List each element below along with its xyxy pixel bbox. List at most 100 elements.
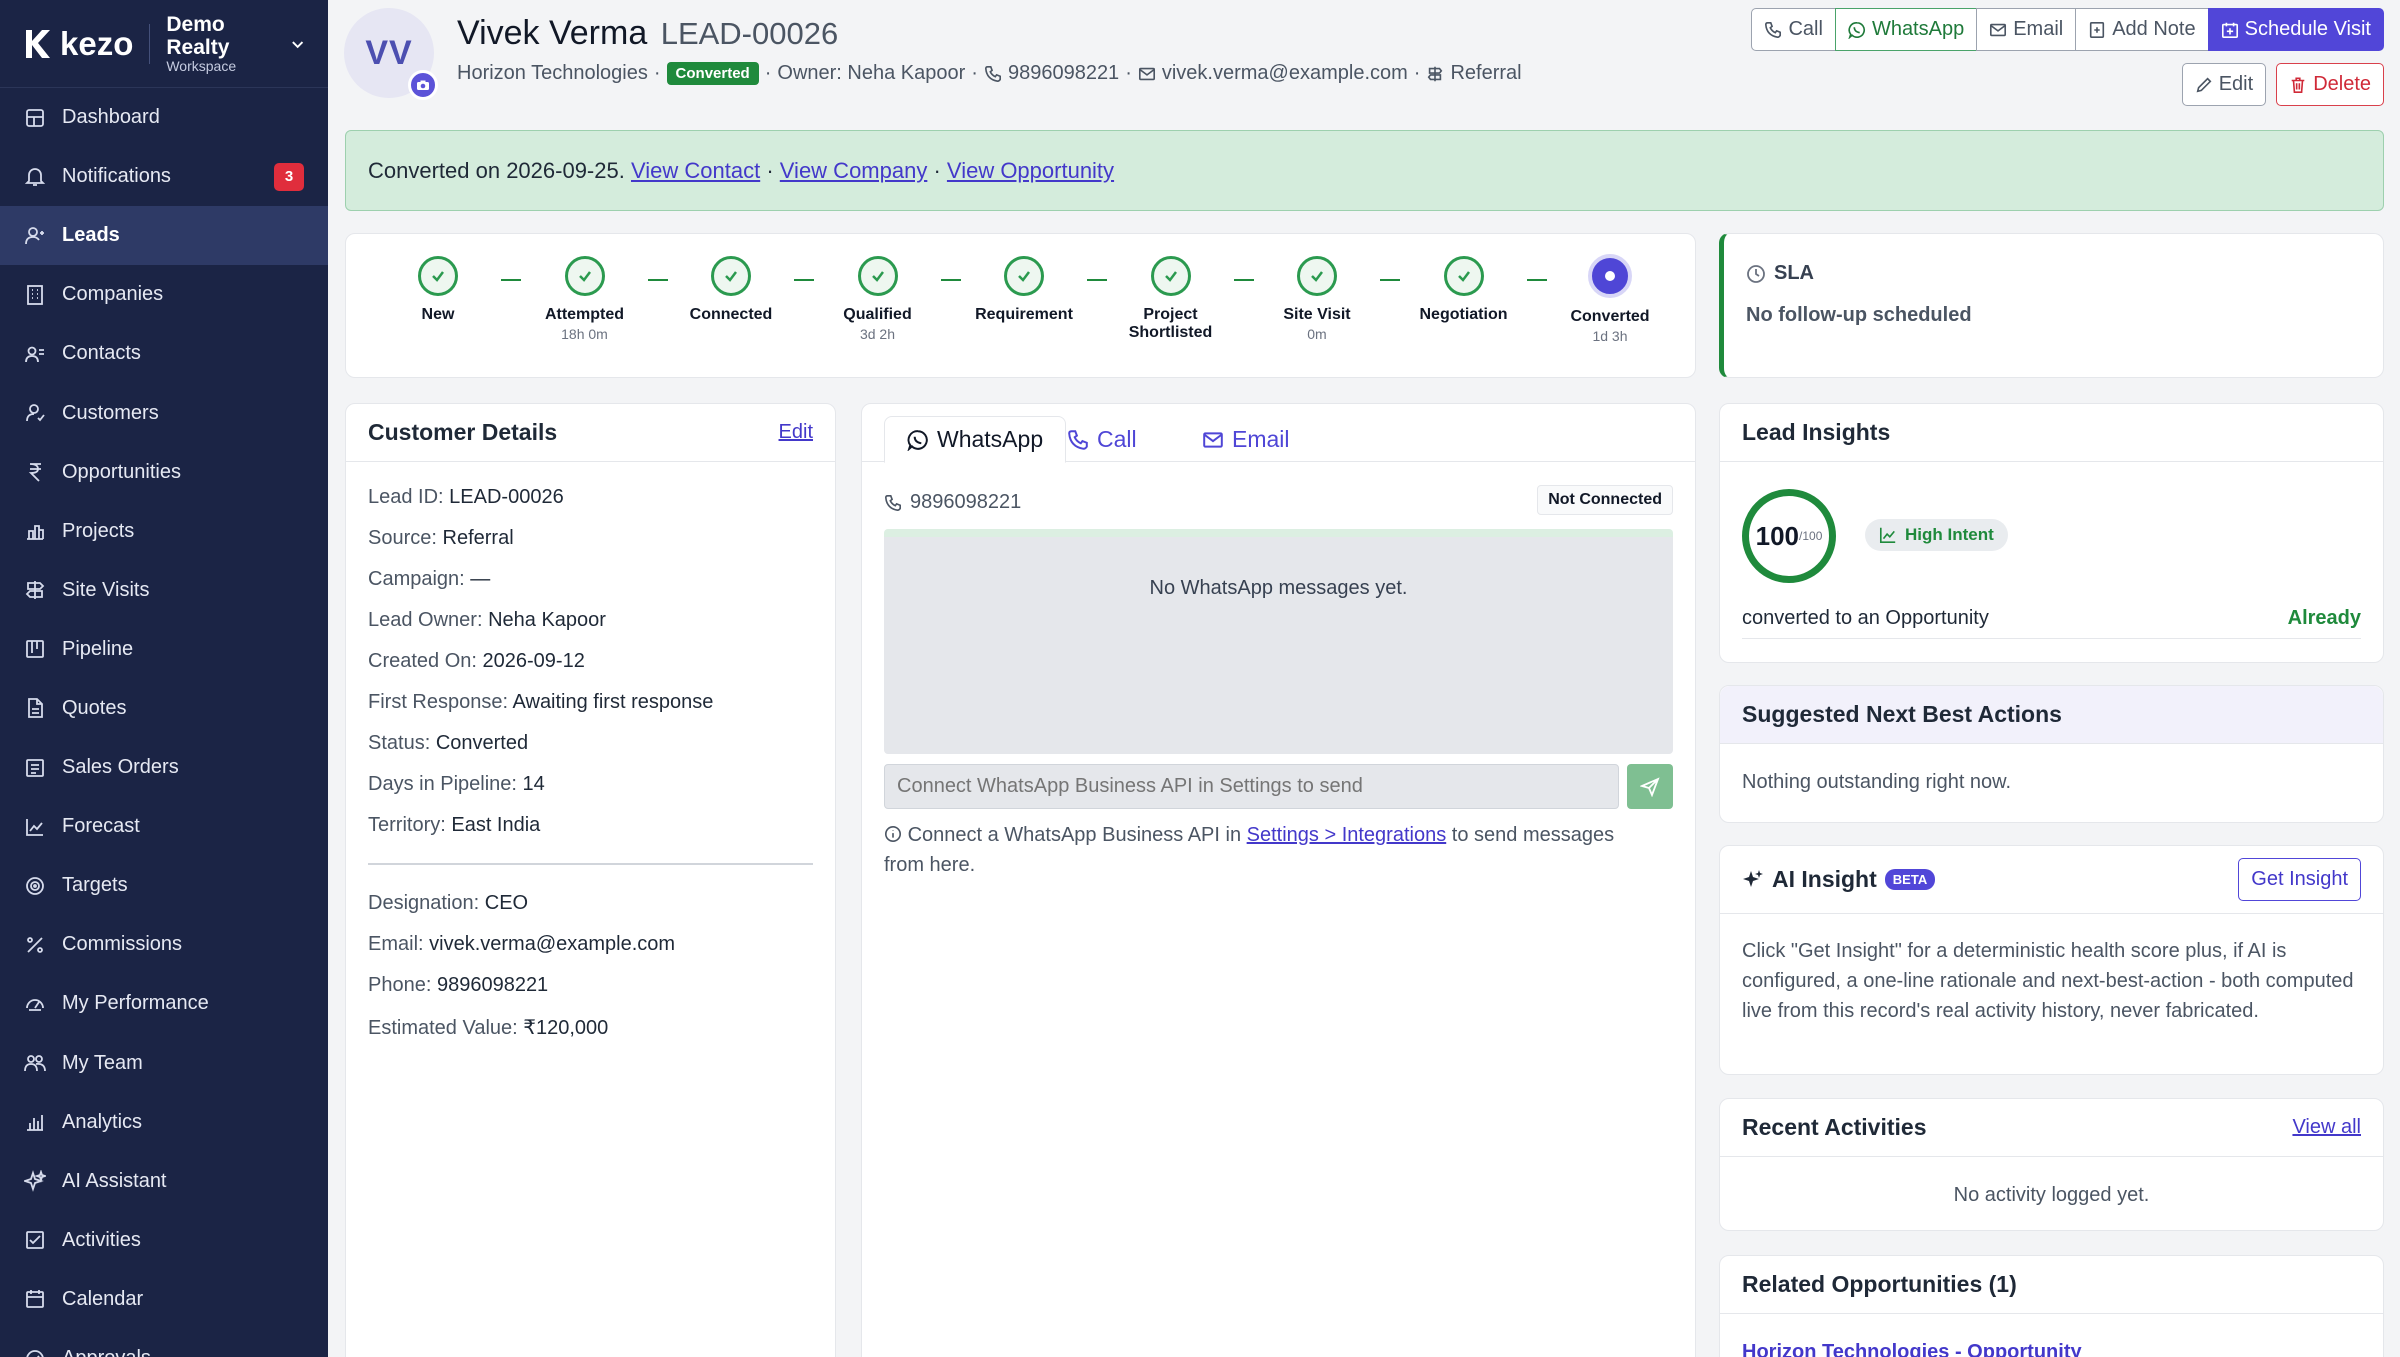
sidebar-item-calendar[interactable]: Calendar bbox=[0, 1270, 328, 1329]
view-company-link[interactable]: View Company bbox=[780, 158, 928, 184]
workspace-name: Demo Realty bbox=[166, 12, 230, 59]
schedule-visit-button[interactable]: Schedule Visit bbox=[2207, 8, 2384, 51]
sidebar-item-activities[interactable]: Activities bbox=[0, 1211, 328, 1270]
stage-connected[interactable]: Connected bbox=[661, 256, 801, 326]
lead-insights-card: Lead Insights 100/100 High Intent conver… bbox=[1719, 403, 2384, 663]
edit-button[interactable]: Edit bbox=[2181, 63, 2267, 106]
stage-label: Negotiation bbox=[1419, 306, 1508, 323]
send-button[interactable] bbox=[1627, 764, 1673, 809]
sidebar-item-pipeline[interactable]: Pipeline bbox=[0, 620, 328, 679]
send-icon bbox=[1640, 776, 1660, 797]
sidebar-item-commissions[interactable]: Commissions bbox=[0, 915, 328, 974]
sidebar-item-leads[interactable]: Leads bbox=[0, 206, 328, 266]
phone-text[interactable]: 9896098221 bbox=[1008, 62, 1119, 85]
stage-negotiation[interactable]: Negotiation bbox=[1394, 256, 1534, 326]
sidebar-item-approvals[interactable]: Approvals bbox=[0, 1329, 328, 1357]
mail-icon bbox=[1990, 23, 2007, 36]
sidebar-item-analytics[interactable]: Analytics bbox=[0, 1093, 328, 1152]
sidebar-item-label: Companies bbox=[62, 283, 164, 306]
score-value: 100 bbox=[1755, 520, 1800, 551]
stage-label: Requirement bbox=[975, 306, 1073, 323]
customer-details-title: Customer Details bbox=[368, 419, 558, 445]
sidebar-item-label: Notifications bbox=[62, 165, 171, 188]
sparkle-icon bbox=[1743, 869, 1763, 887]
owner-text: Owner: Neha Kapoor bbox=[777, 62, 966, 84]
stage-project-shortlisted[interactable]: Project Shortlisted bbox=[1101, 256, 1241, 345]
tab-call[interactable]: Call bbox=[1045, 416, 1159, 463]
stage-converted[interactable]: Converted 1d 3h bbox=[1540, 254, 1680, 345]
call-button[interactable]: Call bbox=[1751, 8, 1836, 51]
sidebar-item-ai-assistant[interactable]: AI Assistant bbox=[0, 1152, 328, 1211]
sidebar-item-companies[interactable]: Companies bbox=[0, 265, 328, 324]
stage-new[interactable]: New bbox=[368, 256, 508, 326]
add-note-button[interactable]: Add Note bbox=[2075, 8, 2209, 51]
detail-value: — bbox=[470, 568, 491, 590]
orders-icon bbox=[24, 757, 46, 779]
detail-territory: Territory: East India bbox=[368, 814, 540, 837]
delete-button[interactable]: Delete bbox=[2276, 63, 2384, 106]
get-insight-button[interactable]: Get Insight bbox=[2238, 858, 2361, 901]
stage-attempted[interactable]: Attempted 18h 0m bbox=[515, 256, 655, 342]
stage-site-visit[interactable]: Site Visit 0m bbox=[1247, 256, 1387, 342]
sidebar-item-dashboard[interactable]: Dashboard bbox=[0, 88, 328, 147]
avatar[interactable]: VV bbox=[344, 8, 438, 100]
camera-icon[interactable] bbox=[408, 70, 438, 100]
checklist-icon bbox=[24, 1229, 46, 1251]
tab-email[interactable]: Email bbox=[1180, 416, 1312, 463]
sidebar-item-sales-orders[interactable]: Sales Orders bbox=[0, 738, 328, 797]
sidebar-item-projects[interactable]: Projects bbox=[0, 502, 328, 561]
sidebar-item-my-team[interactable]: My Team bbox=[0, 1034, 328, 1093]
settings-integrations-link[interactable]: Settings > Integrations bbox=[1247, 824, 1447, 846]
trend-icon bbox=[24, 816, 46, 838]
lead-id: LEAD-00026 bbox=[660, 16, 839, 51]
meta-sep: · bbox=[1413, 62, 1421, 84]
detail-value: 2026-09-12 bbox=[482, 650, 585, 672]
delete-label: Delete bbox=[2313, 73, 2371, 95]
customer-edit-link[interactable]: Edit bbox=[779, 421, 813, 444]
sidebar-item-targets[interactable]: Targets bbox=[0, 856, 328, 915]
detail-value: Converted bbox=[435, 732, 529, 754]
next-best-actions-card: Suggested Next Best Actions Nothing outs… bbox=[1719, 685, 2384, 823]
tab-whatsapp[interactable]: WhatsApp bbox=[884, 416, 1067, 463]
building-icon bbox=[24, 284, 46, 306]
workspace-sub: Workspace bbox=[166, 57, 237, 74]
view-opportunity-link[interactable]: View Opportunity bbox=[947, 158, 1114, 184]
view-contact-link[interactable]: View Contact bbox=[631, 158, 760, 184]
detail-value: LEAD-00026 bbox=[449, 486, 564, 508]
sidebar-item-label: Sales Orders bbox=[62, 756, 179, 779]
sidebar-item-label: Leads bbox=[62, 224, 120, 247]
sidebar-item-my-performance[interactable]: My Performance bbox=[0, 974, 328, 1033]
sidebar-item-quotes[interactable]: Quotes bbox=[0, 679, 328, 738]
score-ring: 100/100 bbox=[1742, 489, 1836, 583]
insight-row-value: Already bbox=[2287, 607, 2361, 629]
signpost-icon bbox=[24, 579, 46, 601]
related-opportunity-link[interactable]: Horizon Technologies - Opportunity bbox=[1742, 1341, 2082, 1357]
detail-first-response: First Response: Awaiting first response bbox=[368, 691, 713, 714]
sidebar-item-notifications[interactable]: Notifications 3 bbox=[0, 147, 328, 206]
stage-requirement[interactable]: Requirement bbox=[954, 256, 1094, 326]
related-opportunities-card: Related Opportunities (1) Horizon Techno… bbox=[1719, 1255, 2384, 1357]
sidebar-item-contacts[interactable]: Contacts bbox=[0, 324, 328, 383]
chevron-down-icon[interactable] bbox=[289, 35, 306, 53]
meta-sep: · bbox=[1125, 62, 1132, 84]
sidebar-item-opportunities[interactable]: Opportunities bbox=[0, 443, 328, 502]
brand-logo[interactable]: kezo bbox=[22, 25, 133, 63]
score-max: /100 bbox=[1799, 529, 1823, 543]
whatsapp-button[interactable]: WhatsApp bbox=[1834, 8, 1978, 51]
sidebar-item-forecast[interactable]: Forecast bbox=[0, 797, 328, 856]
sidebar-item-label: Dashboard bbox=[62, 106, 160, 129]
email-button[interactable]: Email bbox=[1976, 8, 2077, 51]
view-all-link[interactable]: View all bbox=[2292, 1116, 2361, 1139]
detail-lead-owner: Lead Owner: Neha Kapoor bbox=[368, 609, 606, 632]
sidebar-item-label: Pipeline bbox=[62, 637, 134, 660]
sidebar-item-site-visits[interactable]: Site Visits bbox=[0, 561, 328, 620]
workspace-switcher[interactable]: Demo Realty Workspace bbox=[166, 13, 288, 75]
check-icon bbox=[857, 256, 898, 296]
sidebar-item-customers[interactable]: Customers bbox=[0, 383, 328, 442]
wa-message-input[interactable] bbox=[884, 764, 1619, 809]
stage-duration: 1d 3h bbox=[1592, 328, 1628, 345]
trash-icon bbox=[2291, 76, 2305, 93]
detail-key: Days in Pipeline: bbox=[368, 773, 517, 795]
email-text[interactable]: vivek.verma@example.com bbox=[1162, 62, 1408, 85]
stage-qualified[interactable]: Qualified 3d 2h bbox=[808, 256, 948, 342]
